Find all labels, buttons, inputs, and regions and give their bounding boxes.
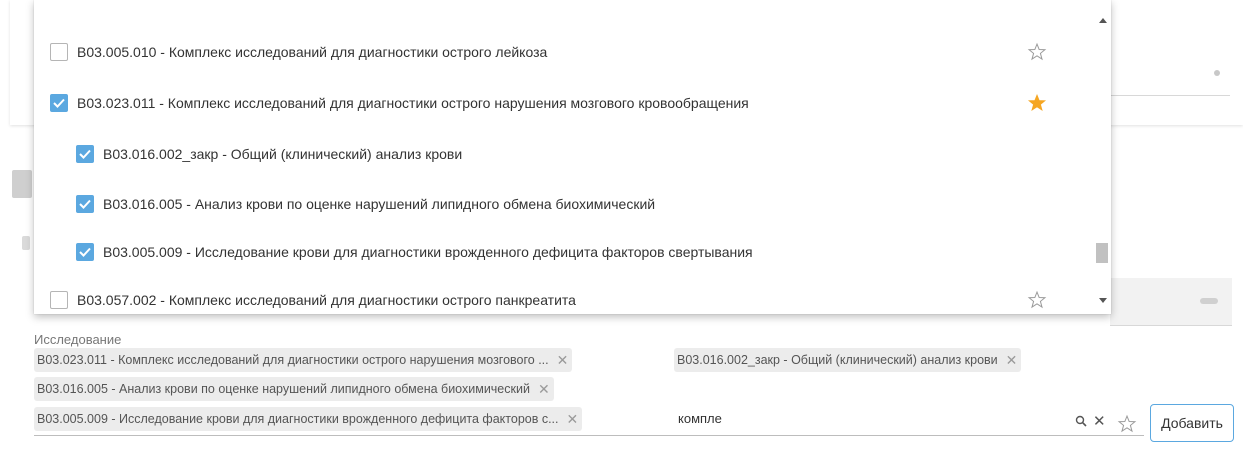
- option-label: B03.016.002_закр - Общий (клинический) а…: [103, 146, 463, 162]
- field-underline: [34, 435, 1144, 436]
- selected-chip: B03.023.011 - Комплекс исследований для …: [34, 348, 573, 372]
- option-b03-016-002[interactable]: B03.016.002_закр - Общий (клинический) а…: [34, 130, 1094, 178]
- background-heading: [12, 170, 32, 198]
- search-input[interactable]: компле: [678, 411, 722, 426]
- star-outline-icon[interactable]: [1027, 290, 1047, 310]
- selected-chip: B03.016.005 - Анализ крови по оценке нар…: [34, 377, 554, 401]
- option-label: B03.023.011 - Комплекс исследований для …: [77, 95, 749, 111]
- option-label: B03.016.005 - Анализ крови по оценке нар…: [103, 196, 656, 212]
- chip-remove-icon[interactable]: ✕: [538, 381, 550, 398]
- clear-icon[interactable]: ✕: [1093, 412, 1106, 430]
- checkbox-checked[interactable]: [76, 243, 94, 261]
- option-label: B03.005.010 - Комплекс исследований для …: [77, 44, 548, 60]
- background-select-2: [1110, 278, 1232, 326]
- scroll-down-arrow-icon[interactable]: [1099, 298, 1107, 303]
- checkbox-checked[interactable]: [76, 145, 94, 163]
- checkbox[interactable]: [50, 291, 68, 309]
- chip-remove-icon[interactable]: ✕: [567, 411, 579, 428]
- scroll-up-arrow-icon[interactable]: [1099, 18, 1107, 23]
- option-b03-005-010[interactable]: B03.005.010 - Комплекс исследований для …: [34, 28, 1094, 76]
- star-filled-icon[interactable]: [1027, 93, 1047, 113]
- chip-label: B03.023.011 - Комплекс исследований для …: [37, 353, 549, 367]
- option-b03-023-011[interactable]: B03.023.011 - Комплекс исследований для …: [34, 79, 1094, 127]
- chip-label: B03.005.009 - Исследование крови для диа…: [37, 412, 559, 426]
- chip-remove-icon[interactable]: ✕: [1006, 352, 1018, 369]
- chip-label: B03.016.005 - Анализ крови по оценке нар…: [37, 382, 530, 396]
- checkbox-checked[interactable]: [50, 94, 68, 112]
- background-select: [1110, 52, 1230, 96]
- dropdown-scrollbar[interactable]: [1093, 0, 1111, 314]
- chip-remove-icon[interactable]: ✕: [557, 352, 569, 369]
- option-b03-016-005[interactable]: B03.016.005 - Анализ крови по оценке нар…: [34, 180, 1094, 228]
- checkbox-checked[interactable]: [76, 195, 94, 213]
- search-icon[interactable]: [1075, 415, 1087, 427]
- option-b03-057-002[interactable]: B03.057.002 - Комплекс исследований для …: [34, 276, 1094, 314]
- selected-chip: B03.005.009 - Исследование крови для диа…: [34, 407, 583, 431]
- option-label: B03.057.002 - Комплекс исследований для …: [77, 292, 576, 308]
- star-outline-icon[interactable]: [1027, 42, 1047, 62]
- background-label: [22, 236, 30, 250]
- selected-chip: B03.016.002_закр - Общий (клинический) а…: [674, 348, 1022, 372]
- research-field-label: Исследование: [34, 332, 122, 347]
- option-label: B03.005.009 - Исследование крови для диа…: [103, 244, 753, 260]
- chip-label: B03.016.002_закр - Общий (клинический) а…: [677, 353, 998, 367]
- checkbox[interactable]: [50, 43, 68, 61]
- add-button[interactable]: Добавить: [1150, 404, 1234, 442]
- scroll-thumb[interactable]: [1096, 243, 1108, 263]
- star-outline-icon[interactable]: [1117, 414, 1137, 434]
- option-b03-005-009[interactable]: B03.005.009 - Исследование крови для диа…: [34, 228, 1094, 276]
- research-dropdown-list[interactable]: B03.005.010 - Комплекс исследований для …: [34, 0, 1111, 314]
